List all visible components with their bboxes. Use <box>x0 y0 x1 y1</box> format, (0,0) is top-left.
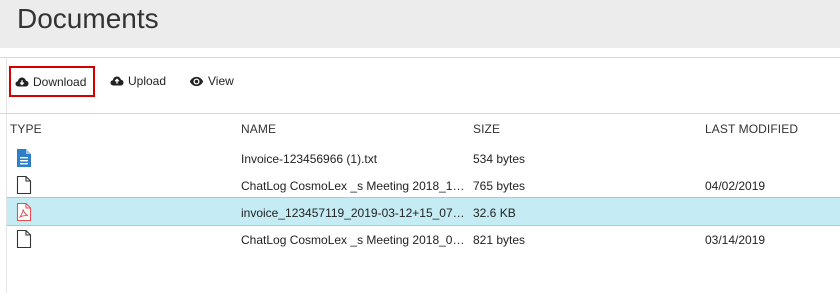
column-header-last-modified[interactable]: LAST MODIFIED <box>705 122 798 136</box>
file-size: 32.6 KB <box>473 206 516 220</box>
download-button[interactable]: Download <box>9 66 95 97</box>
eye-icon <box>189 76 204 87</box>
file-name: ChatLog CosmoLex _s Meeting 2018_0… <box>241 233 465 247</box>
file-name: Invoice-123456966 (1).txt <box>241 152 378 166</box>
upload-label: Upload <box>128 74 167 88</box>
table-row-selected[interactable]: invoice_123457119_2019-03-12+15_07… 32.6… <box>7 197 840 226</box>
file-size: 534 bytes <box>473 152 526 166</box>
view-label: View <box>208 74 234 88</box>
title-bar: Documents <box>0 0 840 48</box>
pdf-file-icon <box>16 202 32 227</box>
file-modified: 03/14/2019 <box>705 233 766 247</box>
toolbar: Download Upload View <box>0 58 840 114</box>
file-size: 821 bytes <box>473 233 526 247</box>
blank-file-icon <box>16 229 32 254</box>
file-modified: 04/02/2019 <box>705 179 766 193</box>
page-title: Documents <box>17 3 159 34</box>
column-header-size[interactable]: SIZE <box>473 122 500 136</box>
download-label: Download <box>33 74 87 89</box>
table-row[interactable]: ChatLog CosmoLex _s Meeting 2018_1… 765 … <box>7 172 840 199</box>
file-size: 765 bytes <box>473 179 526 193</box>
column-header-type[interactable]: TYPE <box>10 122 42 136</box>
table-row[interactable]: Invoice-123456966 (1).txt 534 bytes <box>7 145 840 172</box>
documents-page: Documents Download Upload View TYPE NAME… <box>0 0 840 293</box>
file-name: ChatLog CosmoLex _s Meeting 2018_1… <box>241 179 465 193</box>
cloud-upload-icon <box>110 75 124 87</box>
cloud-download-icon <box>15 76 29 88</box>
upload-button[interactable]: Upload <box>110 66 180 96</box>
view-button[interactable]: View <box>189 66 249 96</box>
file-name: invoice_123457119_2019-03-12+15_07… <box>241 206 465 220</box>
column-header-name[interactable]: NAME <box>241 122 276 136</box>
text-document-icon <box>16 148 32 173</box>
table-row[interactable]: ChatLog CosmoLex _s Meeting 2018_0… 821 … <box>7 226 840 253</box>
